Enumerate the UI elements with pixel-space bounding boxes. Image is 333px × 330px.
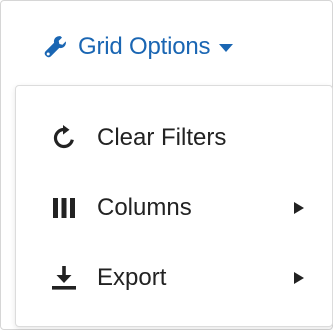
submenu-arrow-icon — [294, 202, 304, 214]
menu-item-label: Columns — [97, 194, 192, 221]
grid-options-panel: Grid Options Clear Filters Columns Expor… — [0, 0, 333, 330]
caret-down-icon — [219, 44, 234, 52]
menu-item-label: Export — [97, 264, 167, 291]
menu-item-label: Clear Filters — [97, 124, 227, 151]
submenu-arrow-icon — [294, 272, 304, 284]
menu-item-clear-filters[interactable]: Clear Filters — [16, 110, 332, 166]
menu-item-export[interactable]: Export — [16, 250, 332, 306]
grid-options-dropdown-toggle[interactable]: Grid Options — [42, 31, 234, 63]
download-icon — [52, 266, 76, 290]
grid-options-menu: Clear Filters Columns Export — [15, 85, 333, 327]
wrench-icon — [44, 36, 66, 58]
refresh-icon — [53, 125, 74, 149]
grid-options-title: Grid Options — [78, 33, 211, 60]
menu-item-columns[interactable]: Columns — [16, 180, 332, 236]
columns-icon — [53, 198, 75, 218]
